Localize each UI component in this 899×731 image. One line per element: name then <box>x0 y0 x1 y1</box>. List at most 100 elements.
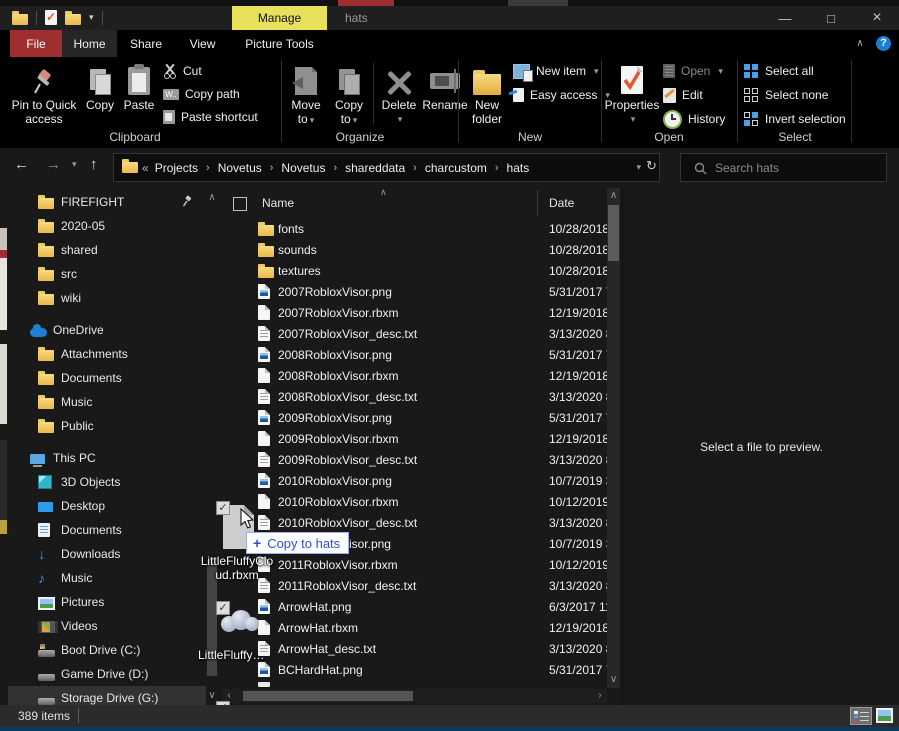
file-row-2009robloxvisor-desc-txt[interactable]: 2009RobloxVisor_desc.txt3/13/2020 8 <box>222 449 607 470</box>
open-button[interactable]: Open ▾ <box>663 62 723 80</box>
file-row-2009robloxvisor-png[interactable]: 2009RobloxVisor.png5/31/2017 7 <box>222 407 607 428</box>
file-row-2009robloxvisor-rbxm[interactable]: 2009RobloxVisor.rbxm12/19/2018 <box>222 428 607 449</box>
sidebar-item-attachments[interactable]: Attachments <box>8 342 206 366</box>
select-all-button[interactable]: Select all <box>744 62 814 80</box>
column-header-name[interactable]: Name <box>262 196 294 210</box>
nav-scroll-down-icon[interactable]: ∨ <box>206 690 218 701</box>
tab-picture-tools[interactable]: Picture Tools <box>232 30 327 57</box>
customize-dropdown-icon[interactable]: ▾ <box>89 12 94 23</box>
paste-button[interactable]: Paste <box>120 59 158 112</box>
scroll-down-icon[interactable]: ∨ <box>607 674 620 685</box>
forward-icon[interactable]: → <box>46 156 61 173</box>
sidebar-item-onedrive[interactable]: OneDrive <box>8 318 206 342</box>
file-row-arrowhat-desc-txt[interactable]: ArrowHat_desc.txt3/13/2020 8 <box>222 638 607 659</box>
new-folder-button[interactable]: New folder <box>465 59 509 126</box>
thumbnail-view-button[interactable] <box>876 708 893 723</box>
file-row-textures[interactable]: textures10/28/2018 <box>222 260 607 281</box>
scroll-up-icon[interactable]: ∧ <box>607 190 620 201</box>
sidebar-item-music[interactable]: Music <box>8 390 206 414</box>
tab-share[interactable]: Share <box>117 30 175 57</box>
breadcrumb-segment-hats[interactable]: hats <box>505 161 532 175</box>
breadcrumb-segment-novetus[interactable]: Novetus <box>216 161 264 175</box>
sidebar-item-downloads[interactable]: ↓Downloads <box>8 542 206 566</box>
folder-icon[interactable] <box>65 14 81 25</box>
properties-check-icon[interactable]: ✓ <box>45 10 57 25</box>
file-row-2007robloxvisor-png[interactable]: 2007RobloxVisor.png5/31/2017 7 <box>222 281 607 302</box>
refresh-icon[interactable]: ↻ <box>646 158 657 174</box>
sidebar-item-src[interactable]: src <box>8 262 206 286</box>
edit-button[interactable]: Edit <box>663 86 703 104</box>
file-row-2011robloxvisor-rbxm[interactable]: 2011RobloxVisor.rbxm10/12/2019 <box>222 554 607 575</box>
file-row-2010robloxvisor-png[interactable]: 2010RobloxVisor.png10/7/2019 3 <box>222 470 607 491</box>
file-row-sounds[interactable]: sounds10/28/2018 <box>222 239 607 260</box>
file-row-2007robloxvisor-rbxm[interactable]: 2007RobloxVisor.rbxm12/19/2018 <box>222 302 607 323</box>
copy-button[interactable]: Copy <box>82 59 118 112</box>
recent-locations-icon[interactable]: ▾ <box>72 159 77 170</box>
back-icon[interactable]: ← <box>14 156 29 173</box>
sidebar-item-documents[interactable]: Documents <box>8 518 206 542</box>
folder-icon[interactable] <box>12 14 28 25</box>
sidebar-item-videos[interactable]: Videos <box>8 614 206 638</box>
new-item-button[interactable]: New item ▾ <box>513 62 599 80</box>
scrollbar-thumb[interactable] <box>608 205 619 261</box>
file-row-arrowhat-png[interactable]: ArrowHat.png6/3/2017 11 <box>222 596 607 617</box>
breadcrumb-segment-shareddata[interactable]: shareddata <box>343 161 407 175</box>
easy-access-button[interactable]: Easy access ▾ <box>513 86 610 104</box>
up-icon[interactable]: ↑ <box>90 156 98 173</box>
search-input[interactable]: Search hats <box>680 153 887 182</box>
close-button[interactable]: × <box>854 6 899 30</box>
file-row-2008robloxvisor-desc-txt[interactable]: 2008RobloxVisor_desc.txt3/13/2020 8 <box>222 386 607 407</box>
sidebar-item-shared[interactable]: shared <box>8 238 206 262</box>
scrollbar-thumb[interactable] <box>243 691 413 701</box>
file-row-2011robloxvisor-desc-txt[interactable]: 2011RobloxVisor_desc.txt3/13/2020 8 <box>222 575 607 596</box>
maximize-button[interactable]: □ <box>808 6 854 30</box>
sidebar-item-2020-05[interactable]: 2020-05 <box>8 214 206 238</box>
sidebar-item-wiki[interactable]: wiki <box>8 286 206 310</box>
file-row-fonts[interactable]: fonts10/28/2018 <box>222 218 607 239</box>
copy-to-button[interactable]: Copy to▾ <box>329 59 369 127</box>
file-row-arrowhat-rbxm[interactable]: ArrowHat.rbxm12/19/2018 <box>222 617 607 638</box>
file-row-2010robloxvisor-rbxm[interactable]: 2010RobloxVisor.rbxm10/12/2019 <box>222 491 607 512</box>
sidebar-item-pictures[interactable]: Pictures <box>8 590 206 614</box>
column-divider[interactable] <box>537 190 538 216</box>
history-button[interactable]: History <box>663 110 725 128</box>
sidebar-item-documents[interactable]: Documents <box>8 366 206 390</box>
file-row-2008robloxvisor-png[interactable]: 2008RobloxVisor.png5/31/2017 7 <box>222 344 607 365</box>
delete-button[interactable]: Delete ▾ <box>378 59 420 126</box>
paste-shortcut-button[interactable]: Paste shortcut <box>163 108 258 126</box>
breadcrumb-segment-charcustom[interactable]: charcustom <box>423 161 489 175</box>
cut-button[interactable]: Cut <box>163 62 202 80</box>
sidebar-item-music[interactable]: ♪Music <box>8 566 206 590</box>
breadcrumb-overflow-icon[interactable]: « <box>142 161 149 175</box>
help-icon[interactable]: ? <box>876 36 891 51</box>
tab-file[interactable]: File <box>10 30 62 57</box>
list-horizontal-scrollbar[interactable]: ‹ › <box>222 689 607 703</box>
sidebar-item-3d-objects[interactable]: 3D Objects <box>8 470 206 494</box>
sidebar-item-desktop[interactable]: Desktop <box>8 494 206 518</box>
properties-button[interactable]: Properties ▾ <box>604 59 660 126</box>
sidebar-item-public[interactable]: Public <box>8 414 206 438</box>
invert-selection-button[interactable]: Invert selection <box>744 110 846 128</box>
move-to-button[interactable]: Move to▾ <box>286 59 326 127</box>
sidebar-item-boot-drive-c[interactable]: Boot Drive (C:) <box>8 638 206 662</box>
sidebar-item-firefight[interactable]: FIREFIGHT <box>8 190 206 214</box>
rename-button[interactable]: Rename <box>422 59 468 112</box>
address-breadcrumb-bar[interactable]: « Projects›Novetus›Novetus›shareddata›ch… <box>113 153 660 182</box>
select-none-button[interactable]: Select none <box>744 86 828 104</box>
sidebar-item-game-drive-d[interactable]: Game Drive (D:) <box>8 662 206 686</box>
pin-to-quick-access-button[interactable]: Pin to Quick access <box>8 59 80 126</box>
file-row-2010robloxvisor-desc-txt[interactable]: 2010RobloxVisor_desc.txt3/13/2020 8 <box>222 512 607 533</box>
file-row-2007robloxvisor-desc-txt[interactable]: 2007RobloxVisor_desc.txt3/13/2020 8 <box>222 323 607 344</box>
tab-home[interactable]: Home <box>62 30 117 57</box>
column-header-date[interactable]: Date <box>549 196 574 210</box>
breadcrumb-segment-novetus[interactable]: Novetus <box>279 161 327 175</box>
nav-scroll-up-icon[interactable]: ∧ <box>206 192 218 203</box>
tab-view[interactable]: View <box>175 30 230 57</box>
sidebar-item-storage-drive-g[interactable]: Storage Drive (G:) <box>8 686 206 705</box>
scroll-right-icon[interactable]: › <box>595 690 605 701</box>
scroll-left-icon[interactable]: ‹ <box>224 690 234 701</box>
select-all-checkbox[interactable] <box>233 197 247 211</box>
copy-path-button[interactable]: W.. Copy path <box>163 85 240 103</box>
file-row-2008robloxvisor-rbxm[interactable]: 2008RobloxVisor.rbxm12/19/2018 <box>222 365 607 386</box>
sidebar-item-this-pc[interactable]: This PC <box>8 446 206 470</box>
